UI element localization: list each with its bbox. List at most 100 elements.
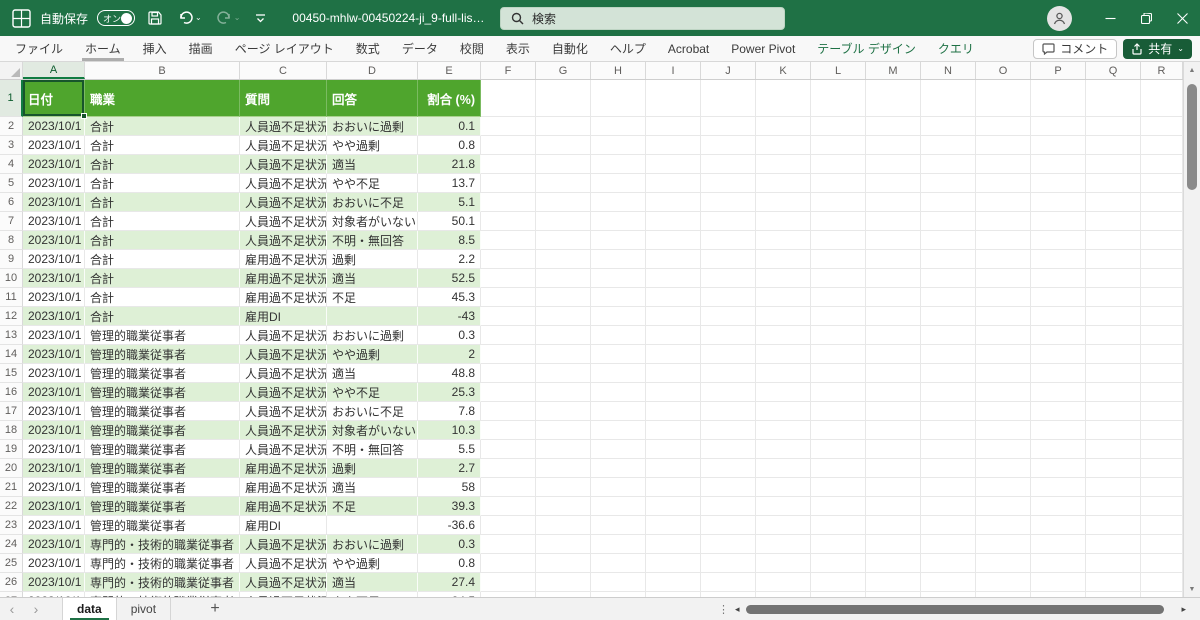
row-header-2[interactable]: 2: [0, 117, 23, 136]
column-header-C[interactable]: C: [240, 62, 327, 79]
cell-O[interactable]: [976, 383, 1031, 402]
cell-O[interactable]: [976, 478, 1031, 497]
cell-L[interactable]: [811, 155, 866, 174]
cell-K[interactable]: [756, 478, 811, 497]
cell-R[interactable]: [1141, 174, 1183, 193]
undo-icon[interactable]: ⌄: [175, 9, 205, 27]
cell-O[interactable]: [976, 421, 1031, 440]
cell-A7[interactable]: 2023/10/1: [23, 212, 85, 231]
cell-O[interactable]: [976, 231, 1031, 250]
cell-A24[interactable]: 2023/10/1: [23, 535, 85, 554]
cell-L[interactable]: [811, 250, 866, 269]
cell-A20[interactable]: 2023/10/1: [23, 459, 85, 478]
cell-H[interactable]: [591, 364, 646, 383]
ribbon-tab-ファイル[interactable]: ファイル: [4, 36, 74, 61]
cell-G[interactable]: [536, 497, 591, 516]
cell-K[interactable]: [756, 212, 811, 231]
cell-Q[interactable]: [1086, 288, 1141, 307]
cell-J[interactable]: [701, 421, 756, 440]
vertical-scrollbar-thumb[interactable]: [1187, 84, 1197, 190]
cell-B14[interactable]: 管理的職業従事者: [85, 345, 240, 364]
cell-C19[interactable]: 人員過不足状況: [240, 440, 327, 459]
cell-B17[interactable]: 管理的職業従事者: [85, 402, 240, 421]
cell-J[interactable]: [701, 174, 756, 193]
cell-L[interactable]: [811, 80, 866, 117]
cell-C22[interactable]: 雇用過不足状況: [240, 497, 327, 516]
cell-C3[interactable]: 人員過不足状況: [240, 136, 327, 155]
cell-F[interactable]: [481, 174, 536, 193]
cell-I[interactable]: [646, 80, 701, 117]
cell-B7[interactable]: 合計: [85, 212, 240, 231]
cell-R[interactable]: [1141, 573, 1183, 592]
cell-C4[interactable]: 人員過不足状況: [240, 155, 327, 174]
cell-C5[interactable]: 人員過不足状況: [240, 174, 327, 193]
cell-K[interactable]: [756, 117, 811, 136]
cell-J[interactable]: [701, 459, 756, 478]
scroll-left-icon[interactable]: ◂: [735, 604, 740, 615]
cell-P[interactable]: [1031, 364, 1086, 383]
cell-F[interactable]: [481, 212, 536, 231]
cell-Q[interactable]: [1086, 402, 1141, 421]
cell-N[interactable]: [921, 193, 976, 212]
cell-O[interactable]: [976, 155, 1031, 174]
cell-B5[interactable]: 合計: [85, 174, 240, 193]
row-header-1[interactable]: 1: [0, 80, 23, 117]
close-button[interactable]: [1164, 0, 1200, 36]
header-cell-D1[interactable]: 回答: [327, 80, 418, 117]
ribbon-tab-自動化[interactable]: 自動化: [541, 36, 599, 61]
ribbon-tab-数式[interactable]: 数式: [345, 36, 391, 61]
cell-G[interactable]: [536, 136, 591, 155]
cell-K[interactable]: [756, 326, 811, 345]
cell-B12[interactable]: 合計: [85, 307, 240, 326]
cell-L[interactable]: [811, 402, 866, 421]
cell-O[interactable]: [976, 288, 1031, 307]
cell-O[interactable]: [976, 80, 1031, 117]
cell-H[interactable]: [591, 421, 646, 440]
cell-F[interactable]: [481, 421, 536, 440]
cell-R[interactable]: [1141, 231, 1183, 250]
cell-J[interactable]: [701, 554, 756, 573]
cell-J[interactable]: [701, 307, 756, 326]
cell-I[interactable]: [646, 478, 701, 497]
cell-D3[interactable]: やや過剰: [327, 136, 418, 155]
column-header-F[interactable]: F: [481, 62, 536, 79]
cell-P[interactable]: [1031, 478, 1086, 497]
cell-C23[interactable]: 雇用DI: [240, 516, 327, 535]
cell-M[interactable]: [866, 364, 921, 383]
cell-O[interactable]: [976, 345, 1031, 364]
cell-P[interactable]: [1031, 440, 1086, 459]
ribbon-tab-Acrobat[interactable]: Acrobat: [657, 36, 720, 61]
cell-Q[interactable]: [1086, 345, 1141, 364]
cell-H[interactable]: [591, 535, 646, 554]
column-header-A[interactable]: A: [23, 62, 85, 79]
cell-M[interactable]: [866, 421, 921, 440]
cell-N[interactable]: [921, 307, 976, 326]
cell-C16[interactable]: 人員過不足状況: [240, 383, 327, 402]
cell-G[interactable]: [536, 345, 591, 364]
cell-R[interactable]: [1141, 326, 1183, 345]
cell-K[interactable]: [756, 535, 811, 554]
cell-K[interactable]: [756, 402, 811, 421]
cell-G[interactable]: [536, 250, 591, 269]
cell-N[interactable]: [921, 136, 976, 155]
cell-O[interactable]: [976, 117, 1031, 136]
cell-N[interactable]: [921, 421, 976, 440]
cell-A5[interactable]: 2023/10/1: [23, 174, 85, 193]
cell-F[interactable]: [481, 497, 536, 516]
cell-I[interactable]: [646, 592, 701, 597]
cell-Q[interactable]: [1086, 269, 1141, 288]
cell-E4[interactable]: 21.8: [418, 155, 481, 174]
cell-B4[interactable]: 合計: [85, 155, 240, 174]
cell-G[interactable]: [536, 212, 591, 231]
cell-K[interactable]: [756, 459, 811, 478]
cell-L[interactable]: [811, 478, 866, 497]
cell-B27[interactable]: 専門的・技術的職業従事者: [85, 592, 240, 597]
cell-J[interactable]: [701, 326, 756, 345]
cell-H[interactable]: [591, 136, 646, 155]
cell-F[interactable]: [481, 535, 536, 554]
cell-B24[interactable]: 専門的・技術的職業従事者: [85, 535, 240, 554]
column-header-O[interactable]: O: [976, 62, 1031, 79]
cell-I[interactable]: [646, 573, 701, 592]
cell-I[interactable]: [646, 516, 701, 535]
cell-N[interactable]: [921, 288, 976, 307]
